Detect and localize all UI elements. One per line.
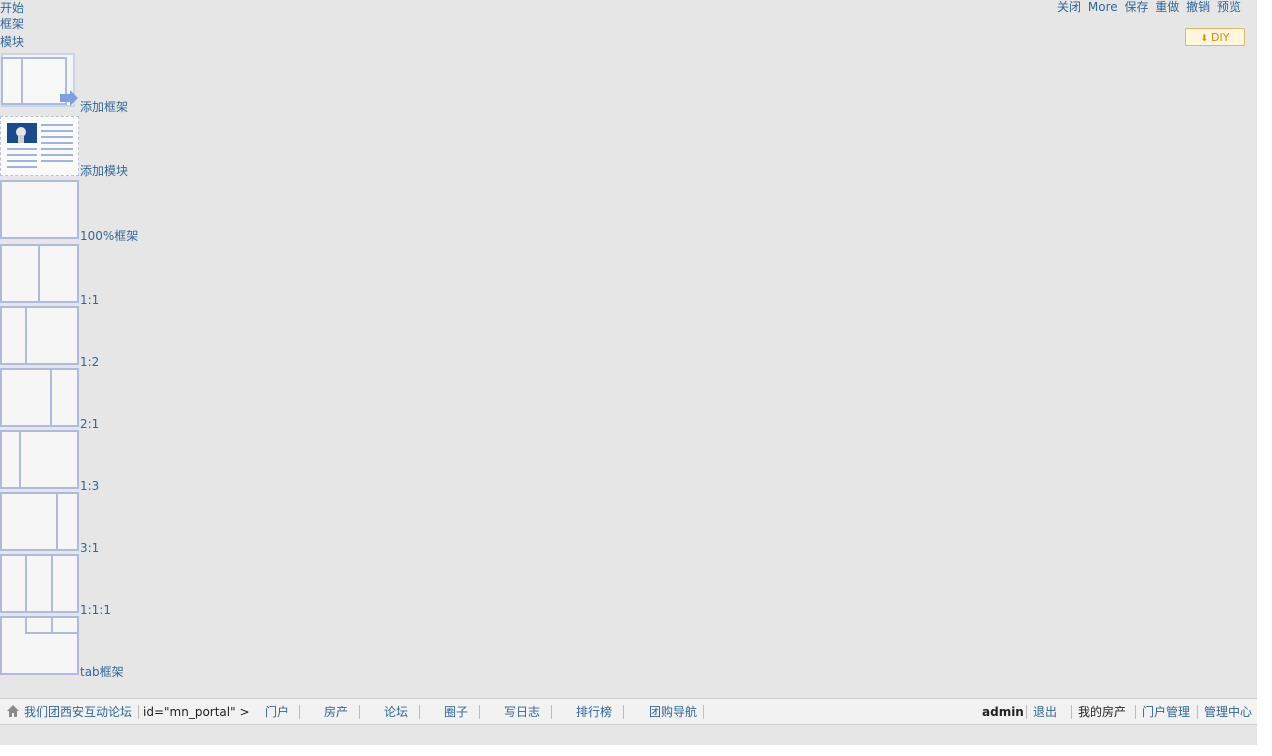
site-name-link[interactable]: 我们团西安互动论坛 bbox=[24, 705, 132, 719]
nav-group[interactable]: 圈子 bbox=[444, 705, 468, 719]
preview-button[interactable]: 预览 bbox=[1217, 0, 1241, 14]
redo-button[interactable]: 重做 bbox=[1155, 0, 1179, 14]
menu-start[interactable]: 开始 bbox=[0, 0, 24, 16]
home-icon[interactable] bbox=[6, 704, 20, 718]
separator bbox=[419, 705, 420, 719]
username-link[interactable]: admin bbox=[982, 705, 1024, 719]
menu-module[interactable]: 模块 bbox=[0, 34, 24, 50]
nav-ranking[interactable]: 排行榜 bbox=[576, 705, 612, 719]
frame-2-1-icon bbox=[0, 368, 79, 427]
separator bbox=[479, 705, 480, 719]
nav-forum[interactable]: 论坛 bbox=[384, 705, 408, 719]
nav-blog[interactable]: 写日志 bbox=[504, 705, 540, 719]
logout-link[interactable]: 退出 bbox=[1033, 705, 1057, 719]
tab-frame-icon bbox=[0, 616, 79, 675]
separator bbox=[703, 705, 704, 719]
close-button[interactable]: 关闭 bbox=[1057, 0, 1081, 14]
frame-1-1-icon bbox=[0, 244, 79, 303]
separator bbox=[359, 705, 360, 719]
nav-portal[interactable]: 门户 bbox=[265, 705, 289, 719]
separator bbox=[1026, 705, 1027, 719]
diy-toolbar: 关闭 More 保存 重做 撤销 预览 bbox=[1057, 0, 1241, 16]
add-frame-icon bbox=[0, 52, 78, 110]
down-arrow-icon: ⬇ bbox=[1200, 34, 1209, 44]
separator bbox=[138, 705, 139, 719]
admin-center-link[interactable]: 管理中心 bbox=[1204, 705, 1252, 719]
separator bbox=[1135, 705, 1136, 719]
nav-groupbuy[interactable]: 团购导航 bbox=[649, 705, 697, 719]
diy-button[interactable]: ⬇ DIY bbox=[1185, 28, 1245, 46]
separator bbox=[1071, 705, 1072, 719]
more-button[interactable]: More bbox=[1088, 0, 1118, 14]
add-module-icon bbox=[0, 116, 79, 176]
diy-canvas: 开始 框架 模块 关闭 More 保存 重做 撤销 预览 ⬇DIY 添加框架 bbox=[0, 0, 1257, 745]
portal-admin-link[interactable]: 门户管理 bbox=[1142, 705, 1190, 719]
footer-nav-bar: 我们团西安互动论坛 id="mn_portal" > 门户 房产 论坛 圈子 写… bbox=[0, 698, 1257, 725]
my-house-link[interactable]: 我的房产 bbox=[1078, 705, 1126, 719]
frame-100-icon bbox=[0, 180, 79, 239]
save-button[interactable]: 保存 bbox=[1124, 0, 1148, 14]
separator bbox=[1197, 705, 1198, 719]
frame-3-1-icon bbox=[0, 492, 79, 551]
frame-1-3-icon bbox=[0, 430, 79, 489]
frame-1-2-icon bbox=[0, 306, 79, 365]
undo-button[interactable]: 撤销 bbox=[1186, 0, 1210, 14]
breadcrumb: id="mn_portal" > bbox=[143, 705, 250, 719]
nav-house[interactable]: 房产 bbox=[324, 705, 348, 719]
separator bbox=[551, 705, 552, 719]
menu-frame[interactable]: 框架 bbox=[0, 16, 24, 32]
separator bbox=[299, 705, 300, 719]
frame-1-1-1-icon bbox=[0, 554, 79, 613]
separator bbox=[623, 705, 624, 719]
